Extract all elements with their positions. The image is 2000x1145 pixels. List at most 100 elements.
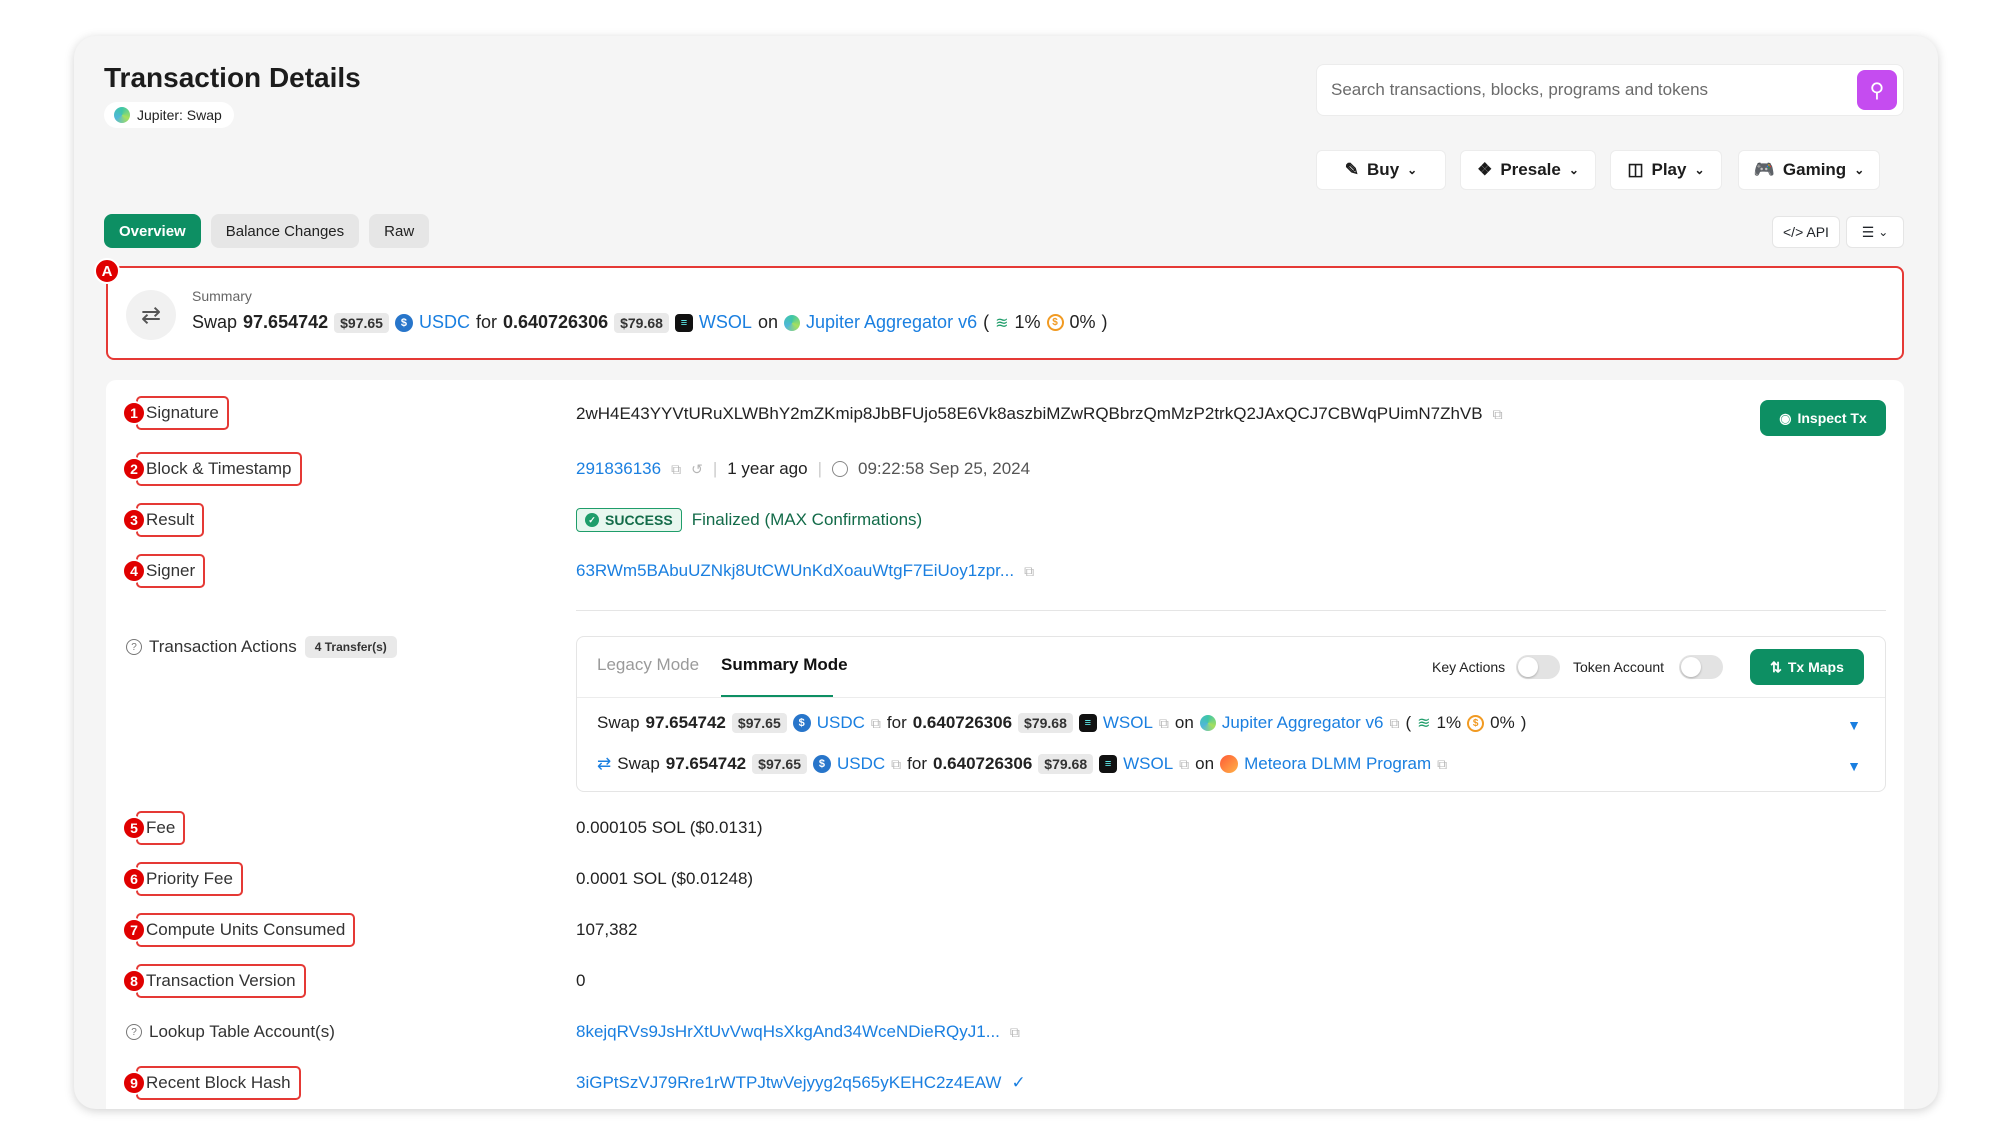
tab-bar: Overview Balance Changes Raw xyxy=(104,214,430,248)
compute-units-value: 107,382 xyxy=(576,920,638,939)
on-word: on xyxy=(1195,754,1215,773)
signature-label: Signature xyxy=(136,396,229,430)
api-button[interactable]: </> API xyxy=(1772,216,1840,248)
token-out-link[interactable]: WSOL xyxy=(1123,754,1173,774)
close-paren: ) xyxy=(1101,312,1108,332)
menu-play[interactable]: ◫ Play ⌄ xyxy=(1610,150,1722,190)
copy-icon[interactable]: ⧉ xyxy=(1179,756,1189,773)
history-icon: ↺ xyxy=(691,460,703,477)
monitor-icon: ◫ xyxy=(1627,160,1644,179)
expand-chevrons-icon[interactable]: ▼ xyxy=(1847,717,1861,733)
annotation-badge-6: 6 xyxy=(122,867,146,891)
search-button[interactable]: ⚲ xyxy=(1857,70,1897,110)
divider xyxy=(576,610,1886,611)
fee-pct: 1% xyxy=(1436,713,1462,732)
copy-icon[interactable]: ⧉ xyxy=(1389,715,1399,732)
summary-line: Swap 97.654742 $97.65 $ USDC for 0.64072… xyxy=(192,312,1108,333)
coin-icon: $ xyxy=(1467,714,1485,732)
tab-legacy-mode[interactable]: Legacy Mode xyxy=(597,655,699,675)
key-actions-toggle[interactable] xyxy=(1516,655,1560,679)
fee-sliders-icon: ≋ xyxy=(1417,715,1431,732)
copy-icon[interactable]: ⧉ xyxy=(1493,406,1503,423)
token-out-link[interactable]: WSOL xyxy=(699,312,752,333)
panel-divider xyxy=(577,697,1885,698)
token-out-link[interactable]: WSOL xyxy=(1103,713,1153,733)
chevron-down-icon: ⌄ xyxy=(1407,163,1418,177)
menu-buy-label: Buy xyxy=(1367,160,1400,179)
amount-out-usd: $79.68 xyxy=(614,312,669,333)
on-word: on xyxy=(757,312,778,332)
lookup-label-text: Lookup Table Account(s) xyxy=(149,1022,335,1041)
wsol-logo-icon: ≡ xyxy=(674,313,693,332)
summary-box: ⇄ Summary Swap 97.654742 $97.65 $ USDC f… xyxy=(106,266,1904,360)
search-icon: ⚲ xyxy=(1869,79,1885,102)
copy-icon[interactable]: ⧉ xyxy=(871,715,881,732)
tab-summary-mode[interactable]: Summary Mode xyxy=(721,655,848,675)
expand-chevrons-icon[interactable]: ▼ xyxy=(1847,758,1861,774)
inspect-tx-button[interactable]: ◉ Inspect Tx xyxy=(1760,400,1886,436)
signer-label: Signer xyxy=(136,554,206,588)
signature-row: 2wH4E43YYVtURuXLWBhY2mZKmip8JbBFUjo58E6V… xyxy=(576,397,1503,431)
copy-icon[interactable]: ⧉ xyxy=(1437,756,1447,773)
annotation-badge-4: 4 xyxy=(122,559,146,583)
annotation-badge-a: A xyxy=(94,258,120,284)
tag-icon: ✎ xyxy=(1344,160,1360,179)
tab-raw[interactable]: Raw xyxy=(369,214,430,248)
copy-icon[interactable]: ⧉ xyxy=(1010,1024,1020,1041)
amount-out: 0.640726306 xyxy=(933,754,1033,773)
actions-panel: Legacy Mode Summary Mode Key Actions Tok… xyxy=(576,636,1886,792)
swap-arrows-icon: ⇄ xyxy=(126,290,176,340)
map-icon: ⇅ xyxy=(1770,658,1782,675)
recent-hash-link[interactable]: 3iGPtSzVJ79Rre1rWTPJtwVejyyg2q565yKEHC2z… xyxy=(576,1073,1001,1093)
platform-link[interactable]: Jupiter Aggregator v6 xyxy=(1222,713,1384,733)
copy-icon[interactable]: ⧉ xyxy=(891,756,901,773)
fee-value: 0.000105 SOL ($0.0131) xyxy=(576,818,763,837)
menu-buy[interactable]: ✎ Buy ⌄ xyxy=(1316,150,1446,190)
success-badge: ✓ SUCCESS xyxy=(576,508,682,532)
block-link[interactable]: 291836136 xyxy=(576,459,661,479)
search-input[interactable] xyxy=(1331,80,1857,100)
copy-icon[interactable]: ⧉ xyxy=(1024,563,1034,580)
token-account-toggle[interactable] xyxy=(1679,655,1723,679)
amount-in-usd: $97.65 xyxy=(752,754,807,774)
for-word: for xyxy=(475,312,497,332)
swap-word: Swap xyxy=(597,713,640,732)
amount-in-usd: $97.65 xyxy=(334,312,389,333)
menu-play-label: Play xyxy=(1651,160,1687,179)
open-paren: ( xyxy=(983,312,990,332)
block-timestamp-label: Block & Timestamp xyxy=(136,452,302,486)
list-icon: ☰ xyxy=(1861,223,1875,240)
copy-icon[interactable]: ⧉ xyxy=(671,461,681,478)
menu-gaming[interactable]: 🎮 Gaming ⌄ xyxy=(1738,150,1880,190)
lookup-link[interactable]: 8kejqRVs9JsHrXtUvVwqHsXkgAnd34WceNDieRQy… xyxy=(576,1022,1000,1042)
result-text: Finalized (MAX Confirmations) xyxy=(691,510,923,529)
tx-maps-label: Tx Maps xyxy=(1787,659,1844,675)
result-row: ✓ SUCCESS Finalized (MAX Confirmations) xyxy=(576,503,922,537)
tx-maps-button[interactable]: ⇅ Tx Maps xyxy=(1750,649,1864,685)
clock-icon xyxy=(832,461,849,477)
menu-presale[interactable]: ❖ Presale ⌄ xyxy=(1460,150,1596,190)
copy-icon[interactable]: ⧉ xyxy=(1159,715,1169,732)
view-options-button[interactable]: ☰ ⌄ xyxy=(1846,216,1904,248)
block-time: 09:22:58 Sep 25, 2024 xyxy=(858,459,1031,478)
token-in-link[interactable]: USDC xyxy=(419,312,470,333)
coin-icon: $ xyxy=(1046,314,1064,331)
program-label[interactable]: Jupiter: Swap xyxy=(104,102,234,128)
platform-link[interactable]: Meteora DLMM Program xyxy=(1244,754,1431,774)
jupiter-logo-icon xyxy=(783,314,800,331)
chevron-down-icon: ⌄ xyxy=(1568,163,1579,177)
transfer-count-badge: 4 Transfer(s) xyxy=(304,636,397,658)
block-age: 1 year ago xyxy=(727,459,808,478)
tab-overview[interactable]: Overview xyxy=(104,214,201,248)
signer-link[interactable]: 63RWm5BAbuUZNkj8UtCWUnKdXoauWtgF7EiUoy1z… xyxy=(576,561,1014,581)
token-in-link[interactable]: USDC xyxy=(837,754,885,774)
open-paren: ( xyxy=(1405,713,1412,732)
token-in-link[interactable]: USDC xyxy=(817,713,865,733)
annotation-badge-3: 3 xyxy=(122,508,146,532)
actions-label-text: Transaction Actions xyxy=(149,637,297,656)
program-label-text: Jupiter: Swap xyxy=(137,107,222,123)
help-icon: ? xyxy=(126,1024,142,1040)
tab-balance-changes[interactable]: Balance Changes xyxy=(210,214,360,248)
transaction-version-label: Transaction Version xyxy=(136,964,306,998)
platform-link[interactable]: Jupiter Aggregator v6 xyxy=(806,312,977,333)
